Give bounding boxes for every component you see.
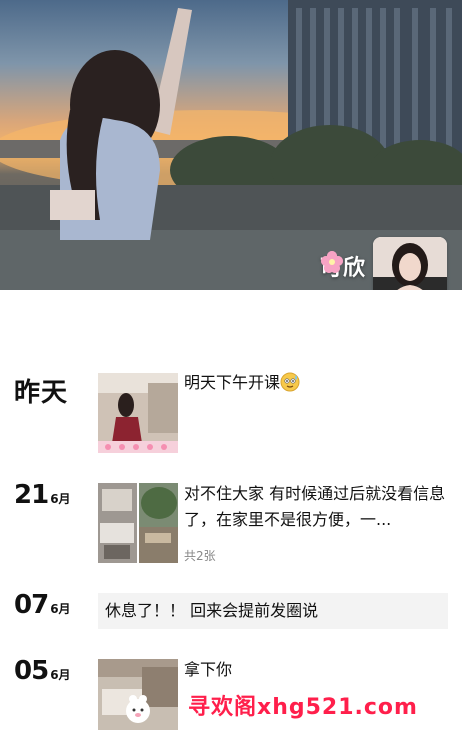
- post-thumbnail[interactable]: [98, 483, 178, 563]
- profile-nickname[interactable]: 可欣: [320, 250, 366, 282]
- post-photo: [98, 373, 178, 453]
- post-photo: [98, 659, 178, 730]
- avatar[interactable]: [373, 237, 447, 290]
- post-date: 昨天: [14, 378, 69, 408]
- image-count: 共2张: [184, 549, 216, 563]
- watermark: 寻欢阁xhg521.com: [188, 695, 418, 720]
- post-date: 05 6月: [14, 656, 71, 686]
- post-date-month: 6月: [50, 602, 71, 616]
- sweat-smile-emoji: [280, 372, 300, 392]
- post-date: 21 6月: [14, 480, 71, 510]
- post-date: 07 6月: [14, 590, 71, 620]
- pink-flower-icon: [320, 251, 343, 273]
- post-text-content: 明天下午开课: [184, 373, 281, 392]
- post-photo-2: [139, 483, 178, 563]
- cover-photo[interactable]: 可欣: [0, 0, 462, 290]
- post-date-day: 21: [14, 480, 49, 510]
- post-text[interactable]: 对不住大家 有时候通过后就没看信息了，在家里不是很方便，一...: [184, 481, 450, 533]
- post-thumbnail[interactable]: [98, 373, 178, 453]
- post-text[interactable]: 休息了！！ 回来会提前发圈说: [98, 593, 448, 629]
- post-date-day: 05: [14, 656, 49, 686]
- post-photo: [98, 483, 137, 563]
- post-text[interactable]: 明天下午开课: [184, 370, 452, 396]
- post-date-month: 6月: [50, 492, 71, 506]
- post-text[interactable]: 拿下你: [184, 657, 452, 683]
- avatar-image: [373, 237, 447, 290]
- post-thumbnail[interactable]: [98, 659, 178, 730]
- post-date-day: 07: [14, 590, 49, 620]
- post-date-month: 6月: [50, 668, 71, 682]
- post-photo-1: [98, 483, 137, 563]
- post-photo: [139, 483, 178, 563]
